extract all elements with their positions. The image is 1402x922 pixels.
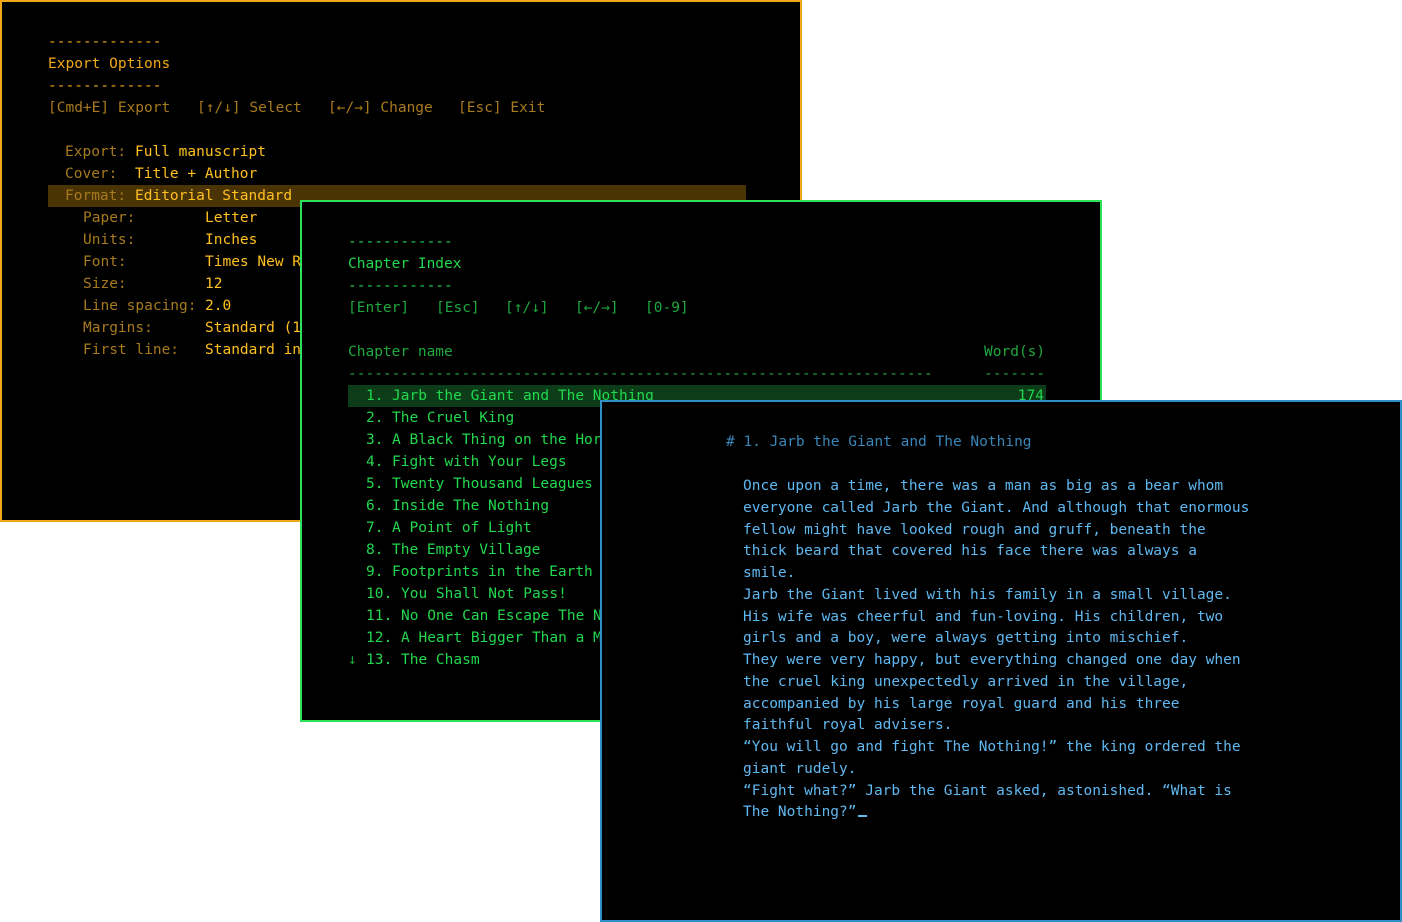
column-rule-words: -------	[984, 366, 1046, 382]
chapter-name: A Point of Light	[392, 520, 532, 536]
chapter-number: 8.	[366, 542, 384, 558]
chapter-name: The Empty Village	[392, 542, 541, 558]
chapter-name: Inside The Nothing	[392, 498, 550, 514]
chapter-name: Fight with Your Legs	[392, 454, 567, 470]
paper-label: Paper:	[83, 210, 136, 226]
chapter-number: 7.	[366, 520, 384, 536]
units-value: Inches	[205, 232, 258, 248]
text-line: giant rudely.	[743, 760, 857, 777]
cover-label: Cover:	[65, 166, 118, 182]
text-line: fellow might have looked rough and gruff…	[743, 521, 1206, 538]
margins-value: Standard (1	[205, 320, 302, 336]
chapter-number: 5.	[366, 476, 384, 492]
margins-label: Margins:	[83, 320, 153, 336]
text-cursor	[857, 815, 867, 818]
text-line: “Fight what?” Jarb the Giant asked, asto…	[743, 782, 1232, 799]
chapter-name: Footprints in the Earth	[392, 564, 593, 580]
shortcut-up-down[interactable]: [↑/↓]	[505, 297, 549, 319]
chapter-title-rule-bottom: ------------	[348, 278, 453, 294]
chapter-number: 6.	[366, 498, 384, 514]
shortcut-exit[interactable]: [Esc] Exit	[458, 97, 545, 119]
shortcut-enter[interactable]: [Enter]	[348, 297, 409, 319]
chapter-number: 4.	[366, 454, 384, 470]
chapter-number: 12.	[366, 630, 393, 646]
text-line: Once upon a time, there was a man as big…	[743, 478, 1224, 494]
export-title-rule-bottom: -------------	[48, 78, 162, 94]
cover-value: Title + Author	[135, 166, 258, 182]
units-label: Units:	[83, 232, 136, 248]
chapter-name: No One Can Escape The N	[401, 608, 602, 624]
chapter-title-rule-top: ------------	[348, 234, 453, 250]
text-line: the cruel king unexpectedly arrived in t…	[743, 673, 1189, 690]
shortcut-esc[interactable]: [Esc]	[436, 297, 480, 319]
first-line-label: First line:	[83, 342, 180, 358]
export-value: Full manuscript	[135, 144, 266, 160]
shortcut-left-right[interactable]: [←/→]	[575, 297, 619, 319]
chapter-number: 2.	[366, 410, 384, 426]
first-line-value: Standard in	[205, 342, 302, 358]
chapter-name: A Black Thing on the Hor	[392, 432, 602, 448]
chapter-name: A Heart Bigger Than a M	[401, 630, 602, 646]
format-value: Editorial Standard	[135, 188, 293, 204]
chapter-number: 11.	[366, 608, 393, 624]
chapter-name: The Cruel King	[392, 410, 515, 426]
shortcut-export[interactable]: [Cmd+E] Export	[48, 97, 170, 119]
text-line: girls and a boy, were always getting int…	[743, 630, 1189, 647]
chapter-number: 9.	[366, 564, 384, 580]
chapter-number: 1.	[366, 388, 384, 404]
export-title-rule-top: -------------	[48, 34, 162, 50]
chapter-number: 13.	[366, 652, 393, 668]
format-label: Format:	[65, 188, 127, 204]
shortcut-change[interactable]: [←/→] Change	[328, 97, 433, 119]
text-line: everyone called Jarb the Giant. And alth…	[743, 499, 1250, 516]
line-spacing-value: 2.0	[205, 298, 232, 314]
text-line: The Nothing?”	[743, 801, 867, 823]
font-label: Font:	[83, 254, 127, 270]
column-header-words: Word(s)	[984, 344, 1046, 360]
text-line: smile.	[743, 565, 796, 581]
column-header-name: Chapter name	[348, 344, 453, 360]
text-line: faithful royal advisers.	[743, 717, 953, 734]
text-line: “You will go and fight The Nothing!” the…	[743, 739, 1241, 755]
chapter-name: The Chasm	[401, 652, 480, 668]
export-title: Export Options	[48, 56, 171, 72]
paper-value: Letter	[205, 210, 258, 226]
chapter-title: Chapter Index	[348, 256, 462, 272]
text-line: They were very happy, but everything cha…	[743, 652, 1241, 668]
export-label: Export:	[65, 144, 127, 160]
font-value: Times New R	[205, 254, 302, 270]
chapter-number: 3.	[366, 432, 384, 448]
line-spacing-label: Line spacing:	[83, 298, 197, 314]
shortcut-select[interactable]: [↑/↓] Select	[197, 97, 302, 119]
editor-window[interactable]: # 1. Jarb the Giant and The Nothing Once…	[600, 400, 1402, 922]
chapter-heading: # 1. Jarb the Giant and The Nothing	[726, 434, 1032, 450]
size-value: 12	[205, 276, 223, 292]
text-line: thick beard that covered his face there …	[743, 543, 1197, 560]
text-line: His wife was cheerful and fun-loving. Hi…	[743, 608, 1224, 625]
shortcut-number[interactable]: [0-9]	[645, 297, 689, 319]
column-rule-name: ----------------------------------------…	[348, 366, 930, 382]
chapter-name: Twenty Thousand Leagues	[392, 476, 593, 492]
text-line: accompanied by his large royal guard and…	[743, 695, 1180, 712]
chapter-number: 10.	[366, 586, 393, 602]
size-label: Size:	[83, 276, 127, 292]
chapter-name: You Shall Not Pass!	[401, 586, 567, 602]
scroll-down-arrow-icon[interactable]: ↓	[348, 649, 357, 671]
text-line: Jarb the Giant lived with his family in …	[743, 586, 1232, 603]
